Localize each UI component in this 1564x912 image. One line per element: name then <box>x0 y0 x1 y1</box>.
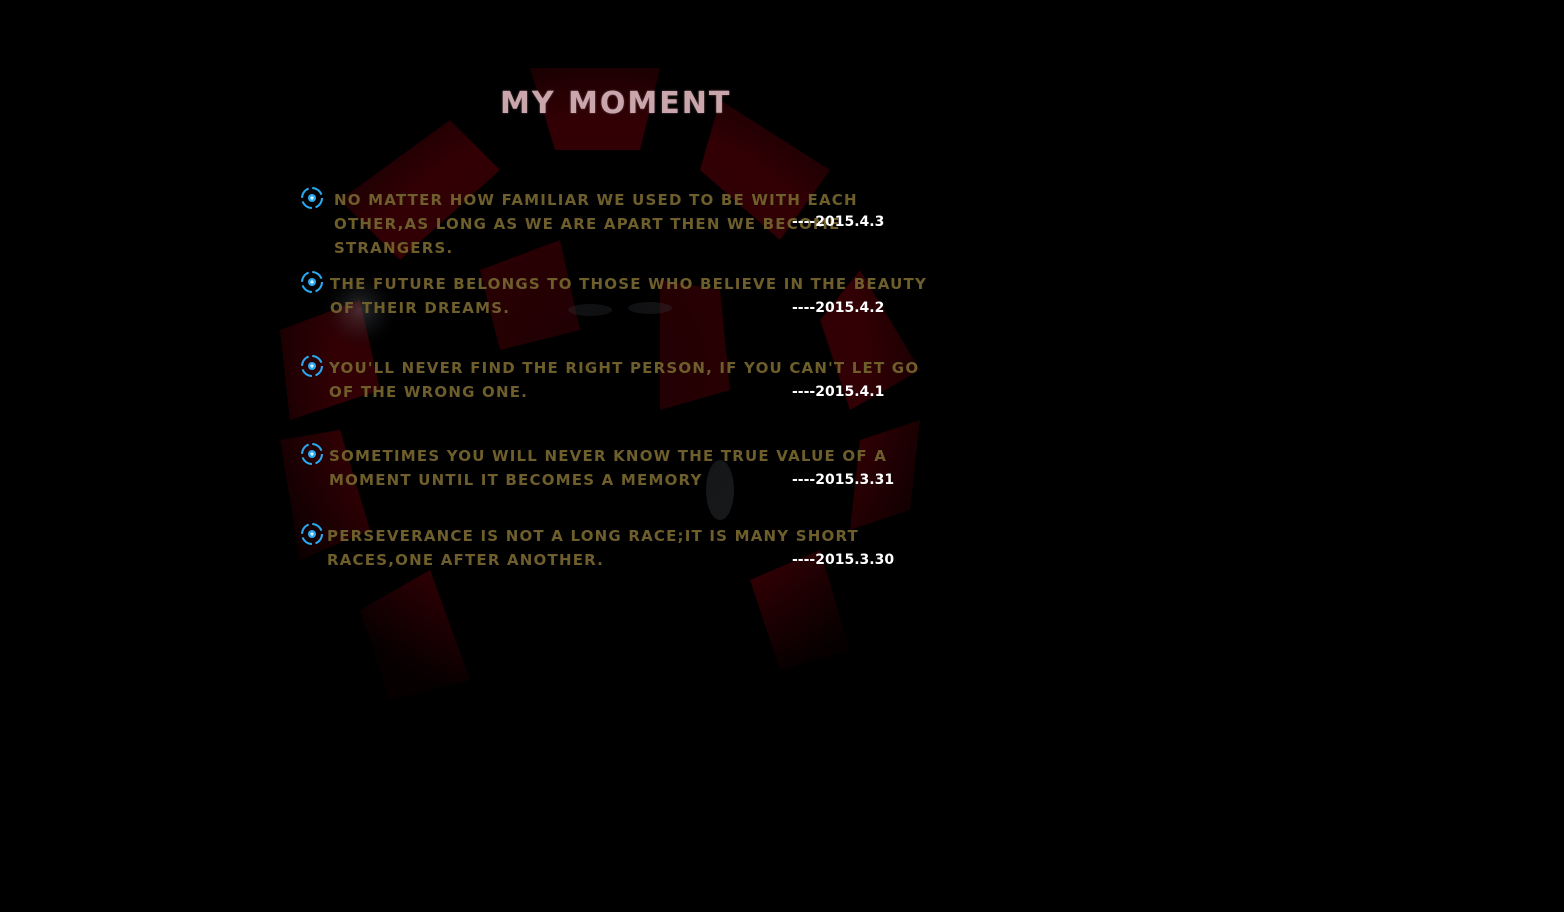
target-bullet-icon <box>300 522 324 546</box>
moment-date: ----2015.4.1 <box>792 384 885 400</box>
page-stage: MY MOMENT No matter how familiar we used… <box>0 0 1564 912</box>
moment-date: ----2015.4.3 <box>792 214 885 230</box>
page-title: MY MOMENT <box>500 86 732 121</box>
target-bullet-icon <box>300 270 324 294</box>
moment-date: ----2015.3.30 <box>792 552 895 568</box>
moment-date: ----2015.4.2 <box>792 300 885 316</box>
target-bullet-icon <box>300 186 324 210</box>
moment-date: ----2015.3.31 <box>792 472 895 488</box>
target-bullet-icon <box>300 442 324 466</box>
target-bullet-icon <box>300 354 324 378</box>
